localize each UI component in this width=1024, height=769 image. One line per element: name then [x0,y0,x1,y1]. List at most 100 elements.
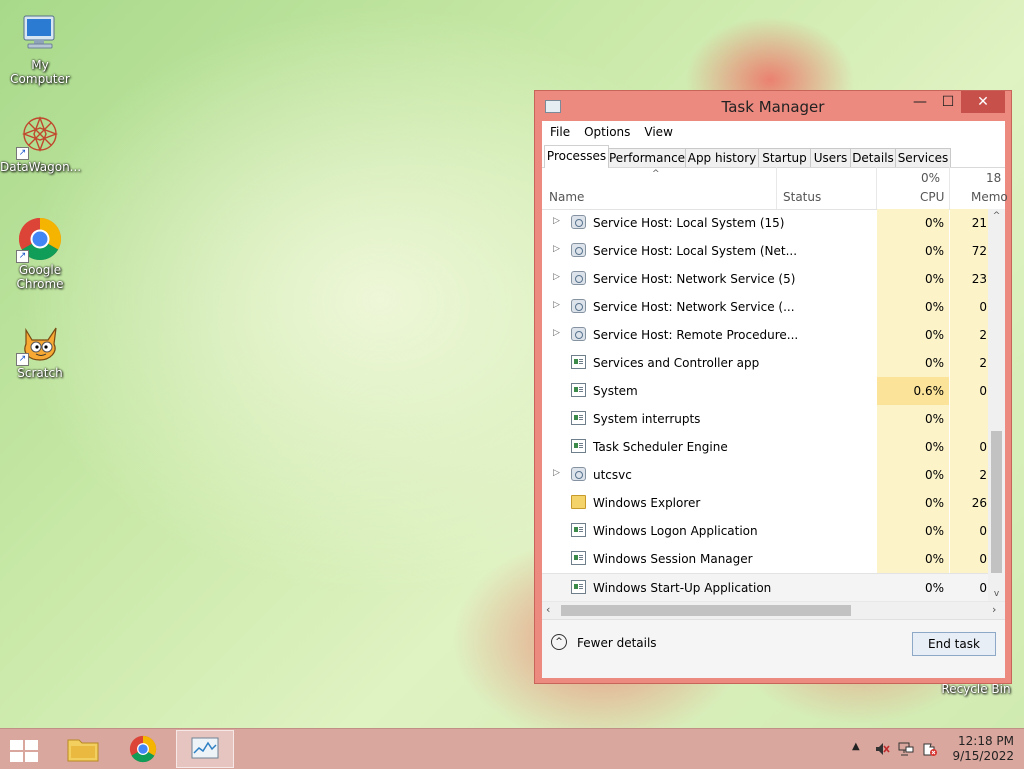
column-name[interactable]: Name [549,190,584,204]
footer: ^ Fewer details End task [542,619,1005,678]
volume-muted-icon[interactable] [874,741,890,757]
gear-icon [571,243,586,257]
process-row[interactable]: ▷ Service Host: Network Service (5) 0% 23 [542,265,988,293]
expand-arrow-icon[interactable]: ▷ [553,300,560,310]
process-row[interactable]: Task Scheduler Engine 0% 0 [542,433,988,461]
process-name: Windows Session Manager [593,552,753,566]
process-name: Windows Logon Application [593,524,758,538]
column-cpu[interactable]: CPU [920,190,944,204]
desktop-icon-datawagon[interactable]: ↗ DataWagon... [0,112,81,174]
taskbar-chrome[interactable] [116,730,172,768]
vertical-scroll-thumb[interactable] [991,431,1002,573]
process-memory: 2 [979,356,987,370]
process-cpu: 0% [924,440,944,454]
network-icon[interactable] [898,741,914,757]
action-center-alert-icon[interactable] [922,741,938,757]
task-manager-icon [191,737,219,759]
tab-app-history[interactable]: App history [685,148,759,167]
expand-arrow-icon[interactable]: ▷ [553,244,560,254]
menu-options[interactable]: Options [584,125,630,139]
process-memory: 26 [971,496,987,510]
process-row[interactable]: ▷ utcsvc 0% 2 [542,461,988,489]
system-clock[interactable]: 12:18 PM 9/15/2022 [944,734,1014,764]
vertical-scrollbar[interactable]: ^ v [988,209,1005,601]
end-task-button[interactable]: End task [912,632,996,656]
menu-view[interactable]: View [644,125,672,139]
process-cpu: 0% [924,356,944,370]
process-cpu: 0% [924,216,944,230]
tab-processes[interactable]: Processes [544,145,609,168]
process-name: System interrupts [593,412,701,426]
process-list: ▷ Service Host: Local System (15) 0% 21 ▷ Ser… [542,209,1005,601]
process-row[interactable]: Windows Session Manager 0% 0 [542,545,988,573]
taskbar: ▲ 12:18 PM 9/15/2022 [0,728,1024,769]
tab-performance[interactable]: Performance [608,148,686,167]
shortcut-arrow-icon: ↗ [16,147,29,160]
column-memory[interactable]: Memo [971,190,1008,204]
sort-arrow-icon: ^ [652,169,660,179]
process-cpu: 0% [924,524,944,538]
scroll-down-icon[interactable]: v [988,589,1005,599]
maximize-button[interactable]: ☐ [935,91,961,113]
shortcut-arrow-icon: ↗ [16,250,29,263]
desktop-icon-scratch[interactable]: ↗ Scratch [0,318,80,380]
expand-arrow-icon[interactable]: ▷ [553,468,560,478]
process-memory: 72 [971,244,987,258]
process-row[interactable]: ▷ Service Host: Network Service (... 0% 0 [542,293,988,321]
tab-details[interactable]: Details [850,148,896,167]
show-hidden-icons-button[interactable]: ▲ [852,741,860,752]
process-cpu: 0% [924,328,944,342]
task-manager-body: File Options View Processes Performance … [542,121,1008,678]
tab-services[interactable]: Services [895,148,951,167]
desktop-icon-my-computer[interactable]: My Computer [0,10,80,86]
fewer-details-link[interactable]: Fewer details [577,636,657,650]
process-memory: 21 [971,216,987,230]
start-button[interactable] [0,730,56,768]
process-memory: 2 [979,468,987,482]
scroll-right-icon[interactable]: › [992,603,996,616]
taskbar-task-manager[interactable] [176,730,234,768]
process-row[interactable]: ▷ Service Host: Local System (Net... 0% 72 [542,237,988,265]
gear-icon [571,271,586,285]
chevron-up-icon[interactable]: ^ [551,634,567,650]
process-row[interactable]: ▷ Service Host: Remote Procedure... 0% 2 [542,321,988,349]
process-row[interactable]: Services and Controller app 0% 2 [542,349,988,377]
expand-arrow-icon[interactable]: ▷ [553,272,560,282]
desktop-icon-recycle-bin[interactable]: Recycle Bin [936,682,1016,696]
scroll-up-icon[interactable]: ^ [988,211,1005,221]
folder-icon [571,495,586,509]
expand-arrow-icon[interactable]: ▷ [553,328,560,338]
taskbar-file-explorer[interactable] [56,730,112,768]
process-cpu: 0.6% [913,384,945,398]
horizontal-scrollbar[interactable]: ‹ › [542,601,1005,619]
tab-startup[interactable]: Startup [758,148,811,167]
cpu-total: 0% [921,171,941,185]
scroll-left-icon[interactable]: ‹ [546,603,550,616]
tab-users[interactable]: Users [810,148,851,167]
app-icon [571,439,586,453]
process-row[interactable]: Windows Start-Up Application 0% 0 [542,573,988,601]
desktop-icon-label: My Computer [10,58,70,86]
horizontal-scroll-thumb[interactable] [561,605,851,616]
expand-arrow-icon[interactable]: ▷ [553,216,560,226]
process-memory: 0 [979,552,987,566]
process-row[interactable]: Windows Explorer 0% 26 [542,489,988,517]
process-row[interactable]: System interrupts 0% [542,405,988,433]
gear-icon [571,299,586,313]
process-row[interactable]: System 0.6% 0 [542,377,988,405]
minimize-button[interactable]: — [907,91,933,113]
desktop-icon-google-chrome[interactable]: ↗ Google Chrome [0,215,80,291]
folder-icon [67,739,99,762]
process-cpu: 0% [924,496,944,510]
process-row[interactable]: Windows Logon Application 0% 0 [542,517,988,545]
column-status[interactable]: Status [783,190,821,204]
menu-file[interactable]: File [550,125,570,139]
tab-strip: Processes Performance App history Startu… [542,145,1005,168]
process-name: Service Host: Remote Procedure... [593,328,799,342]
process-name: Service Host: Local System (15) [593,216,785,230]
title-bar[interactable]: Task Manager — ☐ ✕ [535,91,1011,121]
process-memory: 23 [971,272,987,286]
process-row[interactable]: ▷ Service Host: Local System (15) 0% 21 [542,209,988,237]
gear-icon [571,327,586,341]
close-button[interactable]: ✕ [961,91,1005,113]
